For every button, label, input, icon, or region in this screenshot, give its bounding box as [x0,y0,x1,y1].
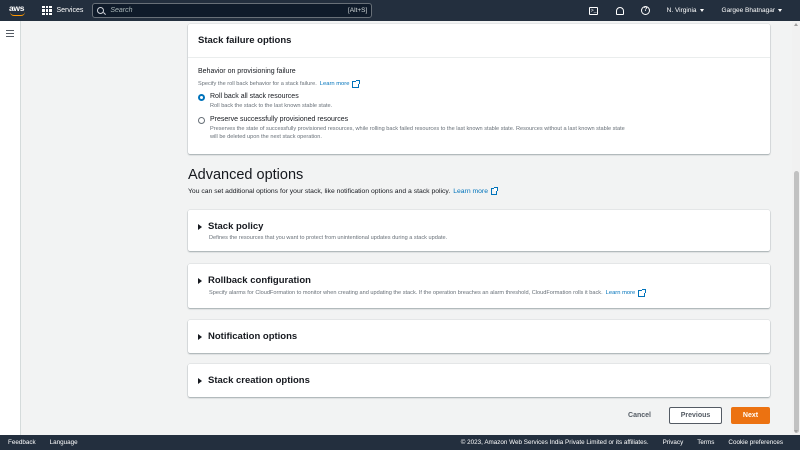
learn-more-text: Learn more [319,81,350,88]
section-header[interactable]: Stack creation options [198,375,310,386]
radio-button-unchecked[interactable] [198,117,205,124]
section-title: Notification options [208,331,298,342]
learn-more-link[interactable]: Learn more [453,187,498,195]
scroll-up-icon[interactable] [794,23,798,26]
search-icon [97,7,105,14]
section-title: Stack policy [208,221,264,232]
radio-label: Roll back all stack resources [210,93,299,100]
advanced-options-title: Advanced options [188,167,304,183]
region-label: N. Virginia [666,7,697,14]
terms-link[interactable]: Terms [697,439,714,446]
radio-preserve-resources[interactable]: Preserve successfully provisioned resour… [198,116,630,142]
caret-right-icon [198,223,202,230]
privacy-link[interactable]: Privacy [663,439,684,446]
scroll-down-icon[interactable] [794,430,798,433]
caret-right-icon [198,333,202,340]
section-description: Defines the resources that you want to p… [209,235,447,241]
page-scrollbar[interactable] [792,21,800,435]
terminal-icon: >_ [589,6,599,15]
advanced-options-description: You can set additional options for your … [188,187,498,195]
account-label: Gargee Bhatnagar [721,7,775,14]
language-link[interactable]: Language [50,439,78,446]
search-placeholder: Search [110,7,133,14]
stack-failure-options-panel: Stack failure options Behavior on provis… [188,24,770,154]
search-input[interactable]: Search [Alt+S] [92,3,373,18]
radio-description: Preserves the state of successfully prov… [210,125,625,141]
console-footer: Feedback Language © 2023, Amazon Web Ser… [0,435,800,450]
aws-smile-icon [10,12,25,16]
learn-more-text: Learn more [453,188,488,195]
search-shortcut: [Alt+S] [348,7,368,14]
learn-more-link[interactable]: Learn more [605,289,646,297]
services-label: Services [56,7,84,14]
next-button[interactable]: Next [731,407,770,424]
radio-rollback-all[interactable]: Roll back all stack resources Roll back … [198,93,630,110]
rollback-configuration-section[interactable]: Rollback configuration Specify alarms fo… [188,264,770,308]
section-title: Stack creation options [208,375,310,386]
radio-button-checked[interactable] [198,94,205,101]
radio-label: Preserve successfully provisioned resour… [210,116,349,123]
bell-icon [615,6,624,15]
caret-down-icon [778,9,782,12]
divider [188,57,770,58]
grid-icon [42,5,52,16]
account-menu[interactable]: Gargee Bhatnagar [722,7,782,14]
stack-policy-section[interactable]: Stack policy Defines the resources that … [188,210,770,251]
nav-right-group: >_ ? N. Virginia Gargee Bhatnagar [589,0,800,21]
section-header[interactable]: Rollback configuration [198,275,311,286]
behavior-desc-text: Specify the roll back behavior for a sta… [198,81,317,88]
external-link-icon [352,80,360,88]
menu-icon[interactable] [6,30,14,39]
section-description: Specify alarms for CloudFormation to mon… [209,289,646,297]
notifications-button[interactable] [615,6,625,16]
previous-button[interactable]: Previous [669,407,722,424]
section-desc-text: Specify alarms for CloudFormation to mon… [209,290,603,297]
notification-options-section[interactable]: Notification options [188,320,770,353]
behavior-label: Behavior on provisioning failure [198,68,296,75]
caret-right-icon [198,377,202,384]
copyright-text: © 2023, Amazon Web Services India Privat… [460,439,649,446]
side-navigation-rail [0,21,21,435]
section-title: Rollback configuration [208,275,311,286]
radio-description: Roll back the stack to the last known st… [210,102,333,109]
learn-more-text: Learn more [605,290,636,297]
learn-more-link[interactable]: Learn more [319,80,360,88]
behavior-description: Specify the roll back behavior for a sta… [198,80,360,88]
feedback-link[interactable]: Feedback [8,439,36,446]
top-navigation-bar: aws Services Search [Alt+S] >_ ? N. Virg… [0,0,800,21]
wizard-actions: Cancel Previous Next [619,407,770,424]
external-link-icon [490,187,498,195]
caret-down-icon [699,9,704,12]
section-header[interactable]: Notification options [198,331,297,342]
aws-logo[interactable]: aws [8,0,30,21]
panel-title: Stack failure options [198,35,292,46]
section-desc-text: Defines the resources that you want to p… [209,235,448,241]
region-selector[interactable]: N. Virginia [667,7,704,14]
cookie-preferences-link[interactable]: Cookie preferences [728,439,783,446]
services-menu-button[interactable]: Services [42,5,84,16]
external-link-icon [638,289,646,297]
section-header[interactable]: Stack policy [198,221,263,232]
cancel-button[interactable]: Cancel [619,407,660,424]
stack-creation-options-section[interactable]: Stack creation options [188,364,770,397]
advanced-desc-text: You can set additional options for your … [188,188,451,195]
caret-right-icon [198,277,202,284]
cloudshell-button[interactable]: >_ [589,6,599,16]
scrollbar-thumb[interactable] [793,171,799,433]
help-icon: ? [641,6,651,15]
help-button[interactable]: ? [641,6,651,16]
